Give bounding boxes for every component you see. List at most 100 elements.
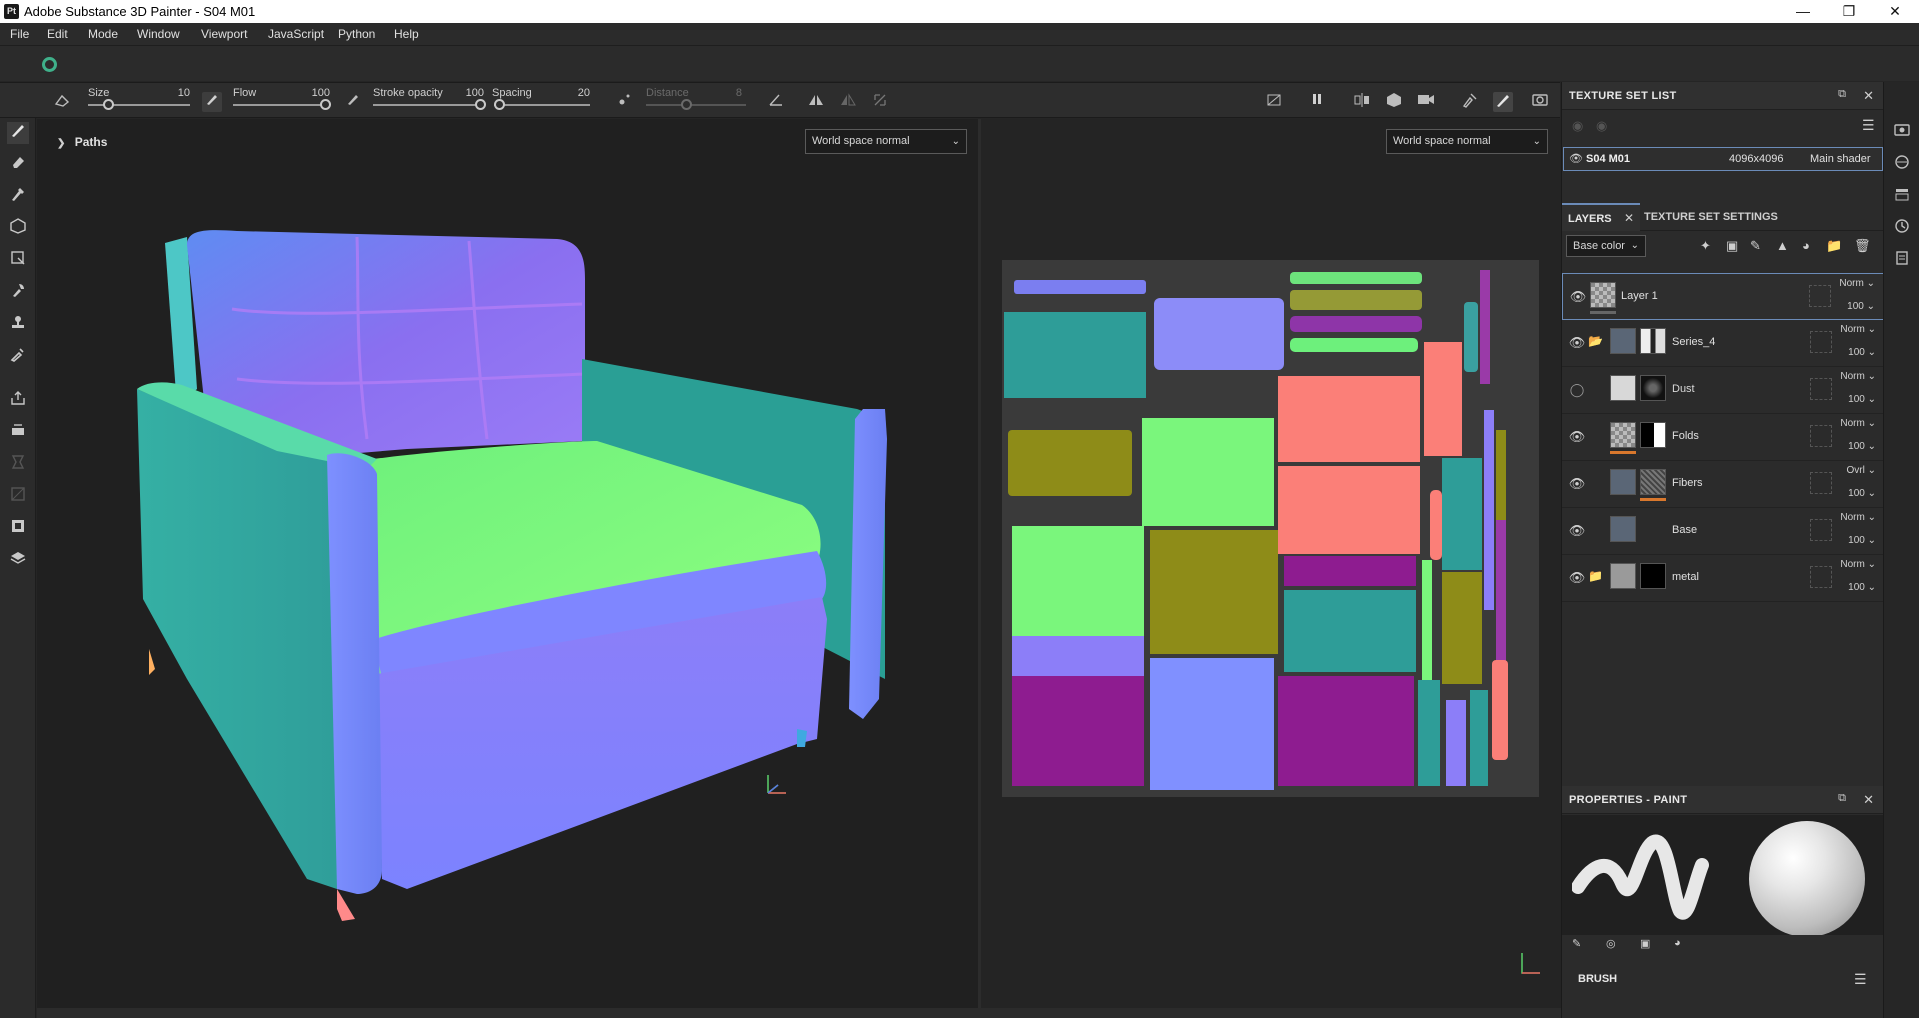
history-icon[interactable]	[1893, 218, 1911, 236]
spacing-slider[interactable]	[494, 104, 590, 106]
viewport-2d-mode-dropdown[interactable]: World space normal ⌄	[1386, 129, 1548, 154]
eye-icon[interactable]: 👁	[1568, 569, 1586, 587]
tab-texture-set-settings[interactable]: TEXTURE SET SETTINGS	[1642, 203, 1792, 231]
stroke-opacity-slider[interactable]	[373, 104, 480, 106]
minimize-button[interactable]: —	[1780, 0, 1826, 23]
close-window-button[interactable]: ✕	[1872, 0, 1918, 23]
lazy-mouse-icon[interactable]	[52, 92, 72, 112]
mask-slot[interactable]	[1810, 519, 1832, 541]
tab-layers[interactable]: LAYERS ✕	[1562, 203, 1640, 231]
flow-slider[interactable]	[233, 104, 325, 106]
viewport-2d[interactable]: World space normal ⌄	[981, 119, 1561, 1008]
stroke-opacity-value[interactable]: 100	[456, 87, 484, 99]
add-paint-layer-icon[interactable]: ✎	[1750, 238, 1761, 254]
render-icon[interactable]	[7, 518, 29, 540]
channel-dropdown[interactable]: Base color ⌄	[1566, 235, 1646, 257]
mask-slot[interactable]	[1810, 566, 1832, 588]
layer-opacity[interactable]: 100 ⌄	[1832, 488, 1876, 499]
library-icon[interactable]	[7, 550, 29, 572]
cube-view-icon[interactable]	[1384, 92, 1404, 112]
layer-blend-mode[interactable]: Norm ⌄	[1832, 512, 1876, 523]
size-slider-knob[interactable]	[103, 99, 115, 110]
menu-javascript[interactable]: JavaScript	[268, 27, 324, 41]
display-settings-icon[interactable]	[1893, 154, 1911, 172]
menu-icon[interactable]: ☰	[1862, 117, 1875, 134]
layer-blend-mode[interactable]: Norm ⌄	[1831, 278, 1875, 289]
eye-icon[interactable]: 👁	[1568, 428, 1586, 446]
split-view-icon[interactable]	[1352, 92, 1372, 112]
spacing-slider-knob[interactable]	[493, 99, 505, 110]
stencil-icon[interactable]: ▣	[1640, 937, 1650, 950]
undock-icon[interactable]: ⧉	[1838, 792, 1846, 805]
size-value[interactable]: 10	[162, 87, 190, 99]
layer-blend-mode[interactable]: Norm ⌄	[1832, 324, 1876, 335]
projection-icon[interactable]	[7, 186, 29, 208]
flow-value[interactable]: 100	[300, 87, 330, 99]
export-icon[interactable]	[7, 390, 29, 412]
menu-file[interactable]: File	[10, 27, 29, 41]
close-icon[interactable]: ✕	[1863, 88, 1874, 104]
mask-slot[interactable]	[1810, 331, 1832, 353]
menu-python[interactable]: Python	[338, 27, 375, 41]
eye-closed-icon[interactable]: ◯	[1568, 381, 1586, 399]
layer-blend-mode[interactable]: Norm ⌄	[1832, 371, 1876, 382]
add-fill-layer-icon[interactable]: ▲	[1776, 238, 1789, 253]
mask-slot[interactable]	[1809, 285, 1831, 307]
add-folder-icon[interactable]: 📁	[1826, 238, 1842, 254]
layer-row[interactable]: ◯ Dust Norm ⌄ 100 ⌄	[1562, 367, 1884, 414]
bake-icon[interactable]	[7, 422, 29, 444]
eye-icon[interactable]: 👁	[1569, 288, 1587, 306]
layer-opacity[interactable]: 100 ⌄	[1832, 347, 1876, 358]
brush-section[interactable]: BRUSH ☰	[1562, 965, 1884, 995]
mask-slot[interactable]	[1810, 425, 1832, 447]
clone-stamp-icon[interactable]	[7, 314, 29, 336]
brush-icon[interactable]: ✎	[1572, 937, 1581, 950]
screenshot-icon[interactable]	[1530, 92, 1550, 112]
eye-icon[interactable]: 👁	[1568, 522, 1586, 540]
layer-row[interactable]: 👁 Folds Norm ⌄ 100 ⌄	[1562, 414, 1884, 461]
close-icon[interactable]: ✕	[1624, 211, 1634, 225]
clone-tool-icon[interactable]	[1460, 92, 1480, 112]
shelf-icon[interactable]	[1893, 186, 1911, 204]
material-icon[interactable]: ◕	[1674, 937, 1681, 949]
flow-slider-knob[interactable]	[320, 99, 331, 110]
polygon-fill-icon[interactable]	[7, 250, 29, 272]
mask-slot[interactable]	[1810, 472, 1832, 494]
mask-slot[interactable]	[1810, 378, 1832, 400]
pause-icon[interactable]	[1307, 92, 1327, 112]
angle-icon[interactable]	[766, 92, 786, 112]
menu-icon[interactable]: ☰	[1854, 971, 1867, 988]
log-icon[interactable]	[1893, 250, 1911, 268]
undock-icon[interactable]: ⧉	[1838, 88, 1846, 101]
geometry-fill-icon[interactable]	[7, 218, 29, 240]
layer-row[interactable]: 👁 📂 Series_4 Norm ⌄ 100 ⌄	[1562, 320, 1884, 367]
menu-window[interactable]: Window	[137, 27, 180, 41]
layer-opacity[interactable]: 100 ⌄	[1832, 582, 1876, 593]
layer-opacity[interactable]: 100 ⌄	[1832, 441, 1876, 452]
add-mask-icon[interactable]: ▣	[1726, 238, 1738, 254]
pen-pressure-flow-icon[interactable]	[343, 92, 363, 112]
texture-set-item[interactable]: 👁 S04 M01 4096x4096 Main shader	[1563, 147, 1883, 171]
maximize-button[interactable]: ❐	[1826, 0, 1872, 23]
menu-viewport[interactable]: Viewport	[201, 27, 247, 41]
close-icon[interactable]: ✕	[1863, 792, 1874, 808]
symmetry-icon[interactable]	[806, 92, 826, 112]
layer-blend-mode[interactable]: Ovrl ⌄	[1832, 465, 1876, 476]
add-effect-icon[interactable]: ✦	[1700, 238, 1711, 254]
stroke-opacity-slider-knob[interactable]	[475, 99, 486, 110]
menu-help[interactable]: Help	[394, 27, 419, 41]
eye-icon[interactable]: 👁	[1568, 334, 1586, 352]
layer-row[interactable]: 👁 Base Norm ⌄ 100 ⌄	[1562, 508, 1884, 555]
hide-icon[interactable]	[1264, 92, 1284, 112]
delete-layer-icon[interactable]: 🗑	[1854, 238, 1871, 254]
add-smart-material-icon[interactable]: ◕	[1802, 238, 1810, 253]
lazy-mouse-toggle-icon[interactable]	[615, 92, 635, 112]
paint-mode-icon[interactable]	[1493, 92, 1513, 112]
pen-pressure-size-icon[interactable]	[202, 92, 222, 112]
layer-row[interactable]: 👁 Fibers Ovrl ⌄ 100 ⌄	[1562, 461, 1884, 508]
eye-icon[interactable]: 👁	[1569, 152, 1583, 165]
layer-row[interactable]: 👁 📁 metal Norm ⌄ 100 ⌄	[1562, 555, 1884, 602]
smudge-icon[interactable]	[7, 282, 29, 304]
layer-blend-mode[interactable]: Norm ⌄	[1832, 418, 1876, 429]
layer-opacity[interactable]: 100 ⌄	[1832, 394, 1876, 405]
